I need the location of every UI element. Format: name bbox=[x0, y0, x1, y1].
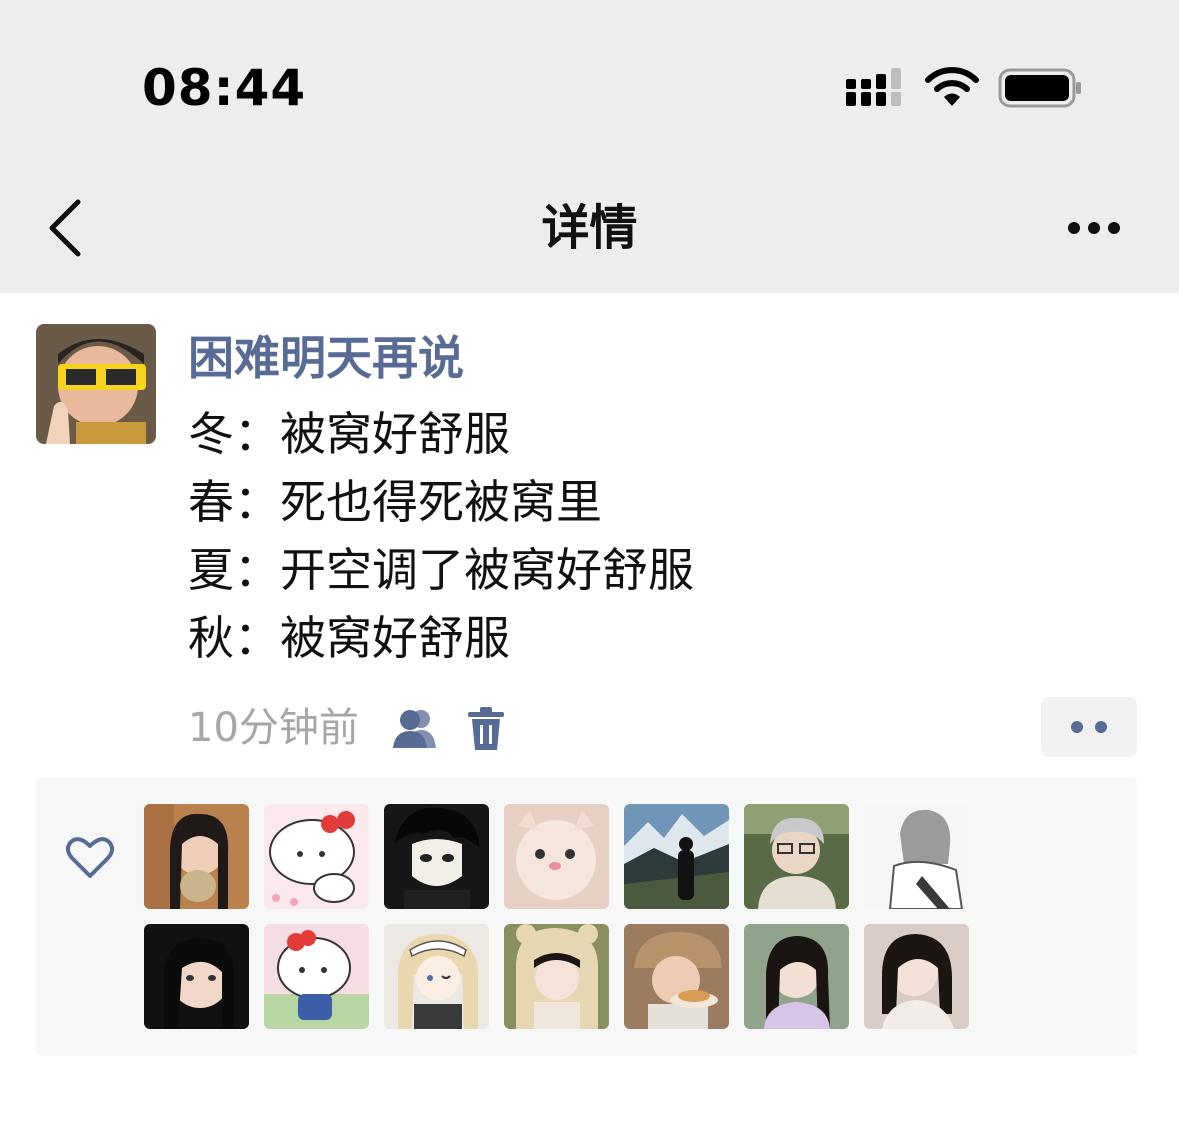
post-content: 冬：被窝好舒服 春：死也得死被窝里 夏：开空调了被窝好舒服 秋：被窝好舒服 bbox=[188, 400, 694, 672]
liker-avatar[interactable] bbox=[744, 924, 849, 1029]
status-time: 08:44 bbox=[142, 59, 307, 117]
friends-visibility-icon bbox=[393, 710, 436, 748]
battery-icon bbox=[998, 68, 1081, 108]
liker-avatar[interactable] bbox=[624, 804, 729, 909]
liker-avatar[interactable] bbox=[624, 924, 729, 1029]
author-avatar[interactable] bbox=[36, 324, 156, 444]
liker-avatar[interactable] bbox=[504, 924, 609, 1029]
more-dots-button[interactable] bbox=[1041, 697, 1137, 757]
post-time: 10分钟前 bbox=[188, 705, 359, 751]
post-line: 冬：被窝好舒服 bbox=[188, 407, 510, 461]
cellular-signal-icon bbox=[846, 68, 901, 106]
liker-avatar[interactable] bbox=[504, 804, 609, 909]
trash-icon[interactable] bbox=[466, 706, 506, 752]
heart-outline-icon bbox=[65, 837, 115, 878]
more-dots-icon bbox=[1095, 721, 1107, 733]
liker-avatar[interactable] bbox=[264, 804, 369, 909]
page-title: 详情 bbox=[541, 200, 638, 256]
liker-avatar[interactable] bbox=[264, 924, 369, 1029]
liker-avatar[interactable] bbox=[744, 804, 849, 909]
post-line: 秋：被窝好舒服 bbox=[188, 611, 510, 665]
liker-avatar[interactable] bbox=[384, 924, 489, 1029]
more-horizontal-icon[interactable] bbox=[1058, 208, 1130, 248]
more-dots-icon bbox=[1071, 721, 1083, 733]
liker-avatar[interactable] bbox=[864, 924, 969, 1029]
liker-avatar[interactable] bbox=[384, 804, 489, 909]
liker-avatar[interactable] bbox=[144, 804, 249, 909]
post-line: 夏：开空调了被窝好舒服 bbox=[188, 543, 694, 597]
post-line: 春：死也得死被窝里 bbox=[188, 475, 602, 529]
liker-avatar[interactable] bbox=[144, 924, 249, 1029]
liker-avatar[interactable] bbox=[864, 804, 969, 909]
wifi-icon bbox=[925, 67, 979, 106]
author-name[interactable]: 困难明天再说 bbox=[188, 328, 464, 388]
